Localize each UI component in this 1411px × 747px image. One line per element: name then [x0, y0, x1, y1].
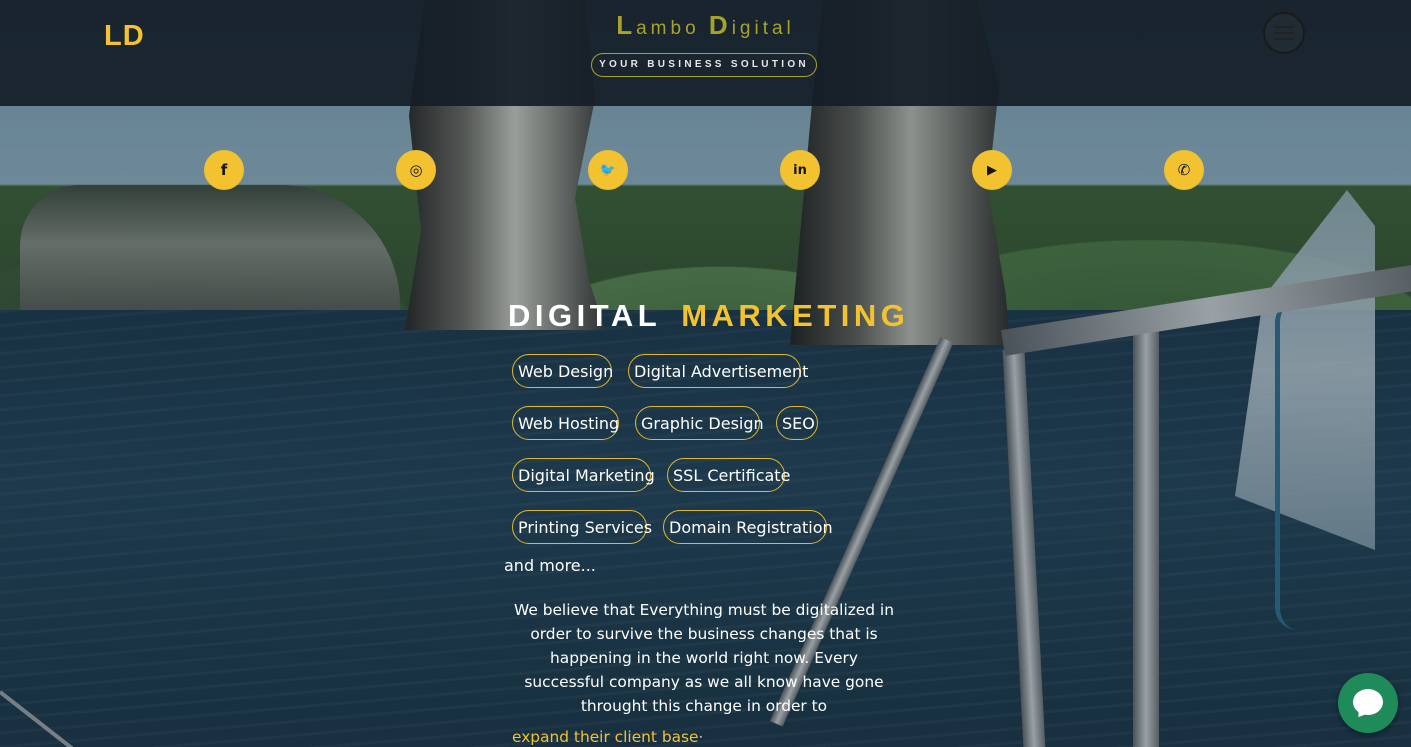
service-pill[interactable]: Web Hosting [512, 406, 619, 440]
rotating-text: expand their client base [512, 728, 699, 746]
whatsapp-icon[interactable]: ✆ [1164, 150, 1204, 190]
service-pill[interactable]: Digital Advertisement [628, 354, 808, 388]
brand-word-digital: igital [731, 18, 795, 39]
menu-line [1274, 38, 1294, 40]
service-pill[interactable]: Graphic Design [635, 406, 764, 440]
facebook-icon[interactable]: f [204, 150, 244, 190]
and-more-text: and more... [504, 556, 596, 575]
menu-line [1274, 26, 1294, 28]
brand-tagline: YOUR BUSINESS SOLUTION [591, 53, 817, 77]
brand-initial-l: L [616, 10, 637, 40]
hero-title-yellow: MARKETING [681, 298, 910, 333]
service-pill[interactable]: Domain Registration [663, 510, 833, 544]
service-pill[interactable]: SSL Certificate [667, 458, 790, 492]
chat-widget-button[interactable] [1338, 673, 1398, 733]
brand-name[interactable]: Lambo Digital [0, 10, 1411, 41]
twitter-icon[interactable]: 🐦 [588, 150, 628, 190]
brand-word-lambo: ambo [636, 18, 700, 39]
brand-initial-d: D [708, 10, 732, 40]
hero-title: DIGITAL MARKETING [508, 298, 909, 334]
youtube-icon[interactable]: ▶ [972, 150, 1012, 190]
intro-paragraph: We believe that Everything must be digit… [514, 601, 894, 715]
service-pill[interactable]: Digital Marketing [512, 458, 655, 492]
menu-line [1274, 32, 1294, 34]
service-pill[interactable]: Web Design [512, 354, 613, 388]
hamburger-menu-icon[interactable] [1263, 12, 1305, 54]
service-pill[interactable]: SEO [776, 406, 818, 440]
linkedin-icon[interactable]: in [780, 150, 820, 190]
site-header: L D Lambo Digital YOUR BUSINESS SOLUTION [0, 0, 1411, 106]
instagram-icon[interactable]: ◎ [396, 150, 436, 190]
service-pill[interactable]: Printing Services [512, 510, 652, 544]
typing-cursor: · [699, 730, 703, 744]
hero-title-white: DIGITAL [508, 298, 662, 333]
